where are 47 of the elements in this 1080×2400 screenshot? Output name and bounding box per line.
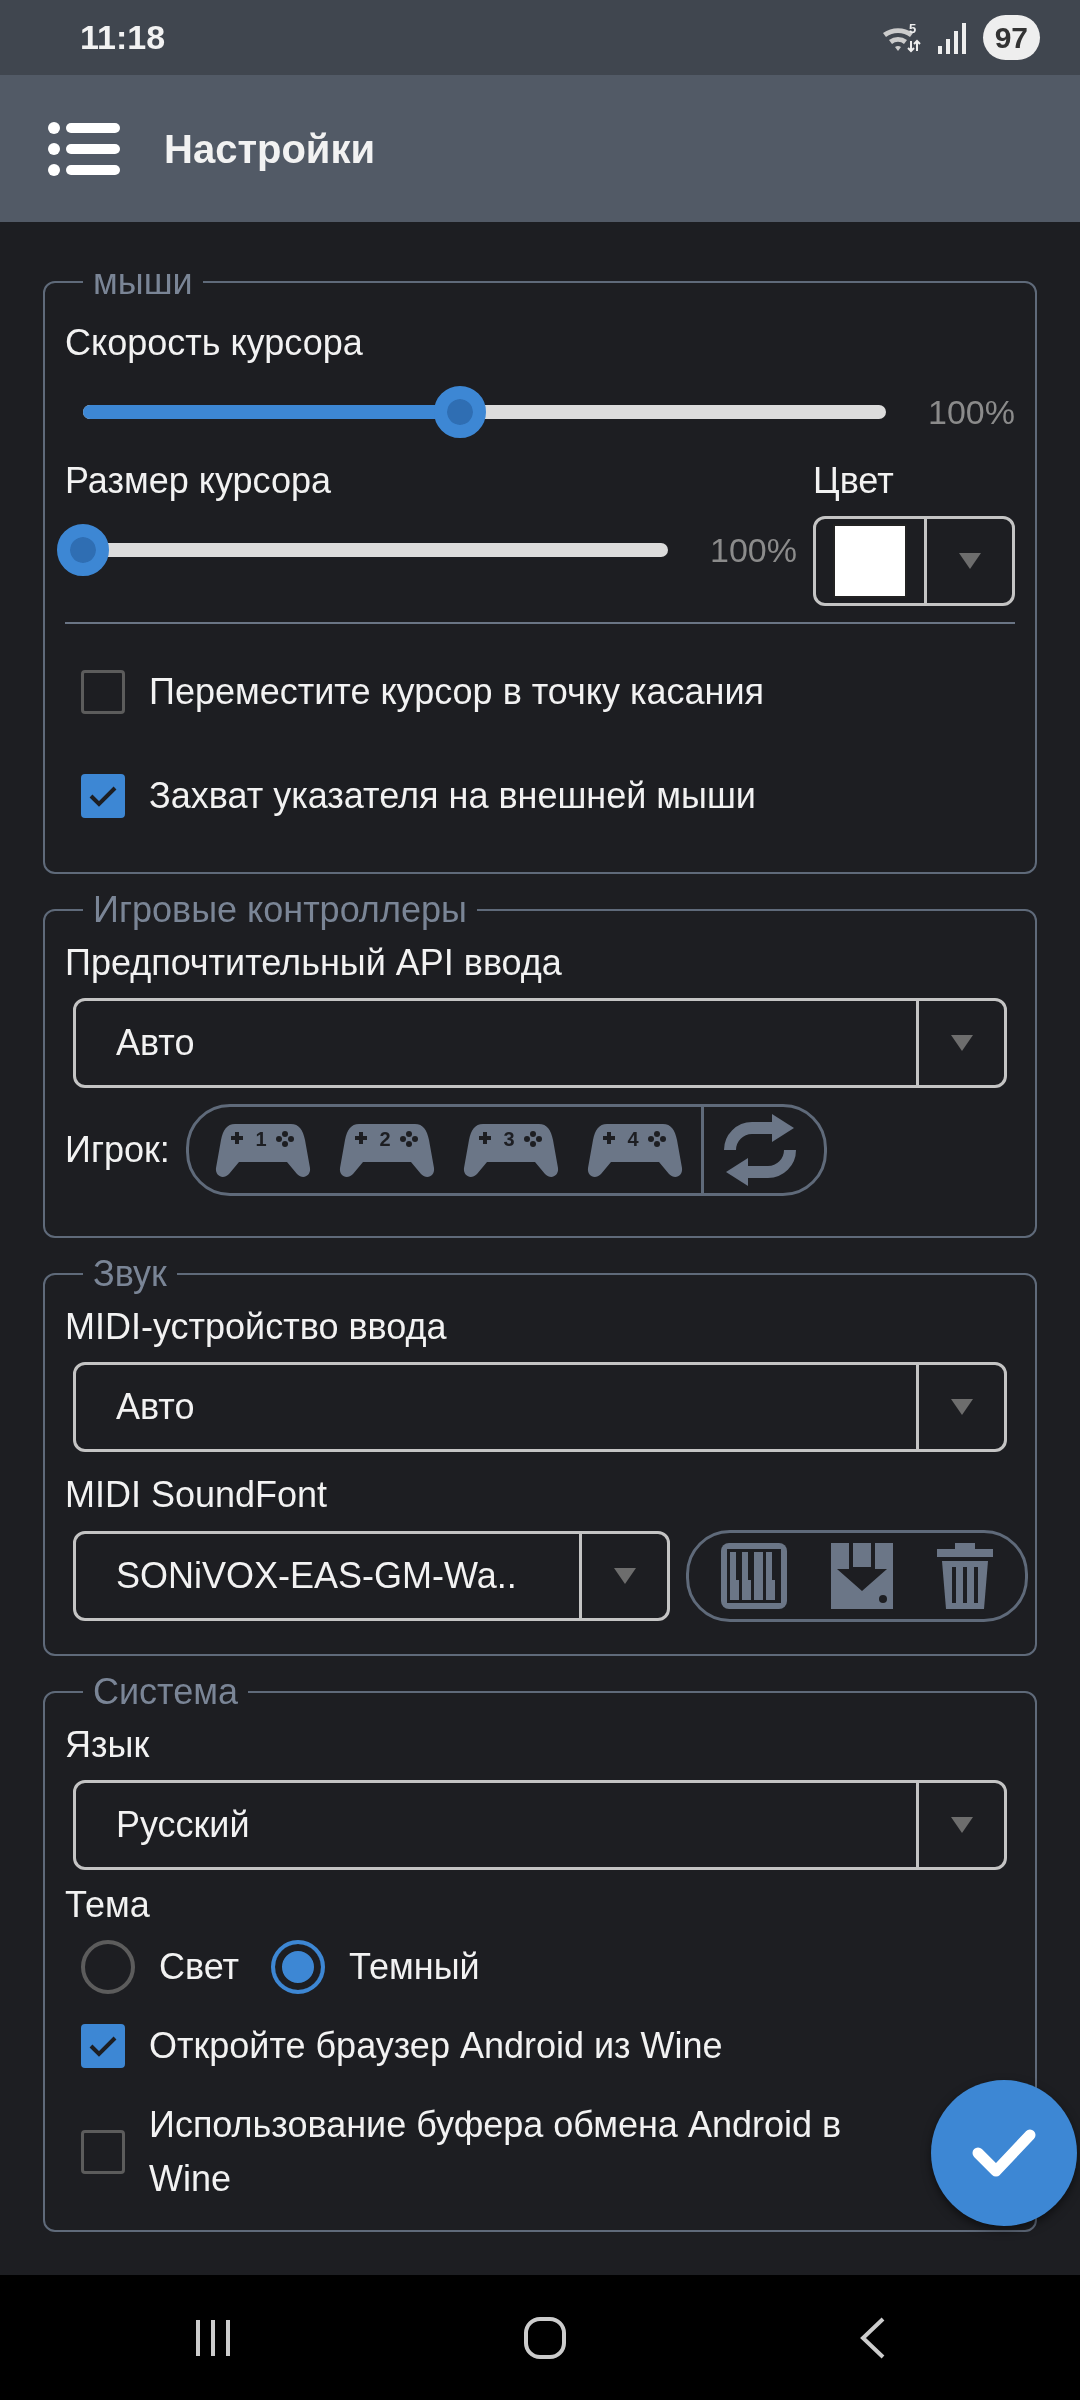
- battery-level: 97: [982, 15, 1040, 60]
- field-label: Цвет: [813, 459, 895, 503]
- radio-label: Свет: [159, 1945, 240, 1989]
- dropdown[interactable]: Авто: [73, 998, 1007, 1088]
- checkbox-label: Откройте браузер Android из Wine: [149, 2024, 723, 2068]
- checkbox[interactable]: [81, 2024, 125, 2068]
- caret-icon: [949, 1398, 974, 1416]
- caret-icon: [957, 552, 982, 570]
- radio-label: Темный: [349, 1945, 480, 1989]
- slider-value: 100%: [710, 529, 797, 571]
- signal-icon: [936, 21, 967, 54]
- caret-icon: [949, 1816, 974, 1834]
- slider-thumb[interactable]: [57, 524, 109, 576]
- checkbox[interactable]: [81, 670, 125, 714]
- checkbox[interactable]: [81, 2130, 125, 2174]
- section-legend: Игровые контроллеры: [83, 892, 477, 928]
- field-label: Скорость курсора: [65, 321, 364, 365]
- status-time: 11:18: [80, 17, 166, 58]
- field-label: Размер курсора: [65, 459, 332, 503]
- section-legend: Звук: [83, 1256, 177, 1292]
- caret-icon: [949, 1034, 974, 1052]
- dropdown[interactable]: Авто: [73, 1362, 1007, 1452]
- checkbox-label: Использование буфера обмена Android в Wine: [149, 2103, 843, 2201]
- check-icon: [972, 2129, 1036, 2177]
- recent-apps-icon[interactable]: [193, 2317, 233, 2358]
- radio-button[interactable]: [81, 1940, 135, 1994]
- field-label: Игрок:: [65, 1128, 170, 1172]
- dropdown[interactable]: SONiVOX-EAS-GM-Wa..: [73, 1531, 670, 1621]
- field-label: MIDI-устройство ввода: [65, 1305, 448, 1349]
- dropdown[interactable]: Русский: [73, 1780, 1007, 1870]
- section-legend: Система: [83, 1674, 248, 1710]
- checkbox-label: Захват указателя на внешней мыши: [149, 774, 756, 818]
- check-icon: [88, 784, 118, 809]
- check-icon: [88, 2034, 118, 2059]
- home-icon[interactable]: [523, 2315, 567, 2360]
- section-legend: мыши: [83, 264, 203, 300]
- field-label: Тема: [65, 1883, 151, 1927]
- checkbox-label: Переместите курсор в точку касания: [149, 670, 765, 714]
- field-label: MIDI SoundFont: [65, 1473, 329, 1517]
- color-picker[interactable]: [813, 516, 1015, 606]
- field-label: Предпочтительный API ввода: [65, 941, 563, 985]
- screen-title: Настройки: [164, 125, 376, 173]
- caret-icon: [612, 1567, 637, 1585]
- checkbox[interactable]: [81, 774, 125, 818]
- field-label: Язык: [65, 1723, 151, 1767]
- radio-button[interactable]: [271, 1940, 326, 1994]
- slider-value: 100%: [928, 391, 1015, 433]
